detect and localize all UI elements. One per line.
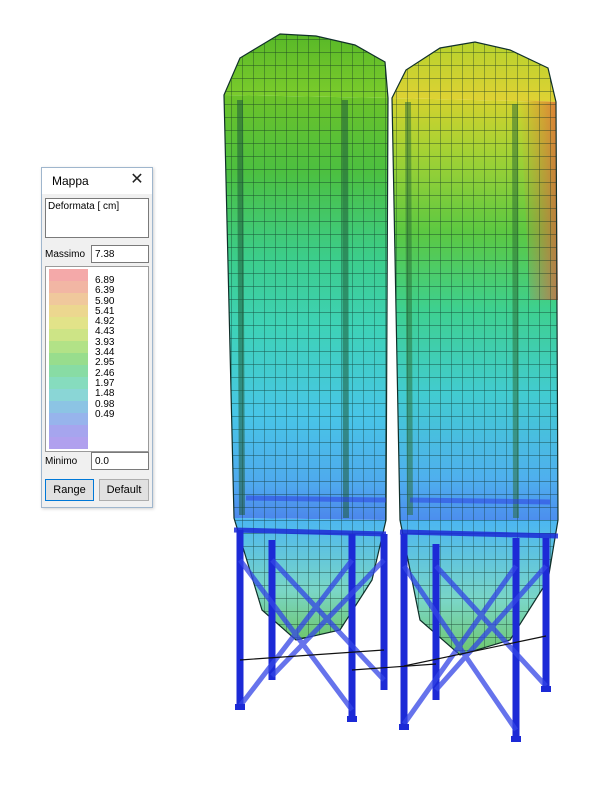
scale-values: 6.89 6.39 5.90 5.41 4.92 4.43 3.93 3.44 2.95 2.46… [95,275,145,420]
scale-swatch [49,389,88,401]
max-value-field[interactable] [91,245,149,263]
scale-swatch [49,269,88,281]
right-silo [391,41,559,656]
window-titlebar[interactable]: Mappa ✕ [42,168,152,194]
result-type-box[interactable]: Deformata [ cm] [45,198,149,238]
scale-swatch [49,353,88,365]
color-swatches [49,269,88,449]
close-icon[interactable]: ✕ [128,170,146,190]
scale-swatch [49,317,88,329]
scale-swatch [49,341,88,353]
scale-swatch [49,425,88,437]
left-silo [223,33,389,641]
max-label: Massimo [45,249,86,260]
scale-swatch [49,329,88,341]
scale-swatch [49,437,88,449]
min-value-field[interactable] [91,452,149,470]
scale-swatch [49,305,88,317]
scale-swatch [49,293,88,305]
color-map-window[interactable]: Mappa ✕ Deformata [ cm] Massimo 6.896.39… [41,167,153,508]
scale-swatch [49,377,88,389]
scale-swatch [49,281,88,293]
scale-swatch [49,365,88,377]
color-scale: 6.89 6.39 5.90 5.41 4.92 4.43 3.93 3.44 2.95 2.46… [45,266,149,452]
window-title: Mappa [52,174,89,188]
scale-value-label: 0.49 [95,408,115,420]
range-button[interactable]: Range [45,479,94,501]
scale-swatch [49,413,88,425]
default-button[interactable]: Default [99,479,149,501]
min-label: Minimo [45,456,78,467]
scale-swatch [49,401,88,413]
